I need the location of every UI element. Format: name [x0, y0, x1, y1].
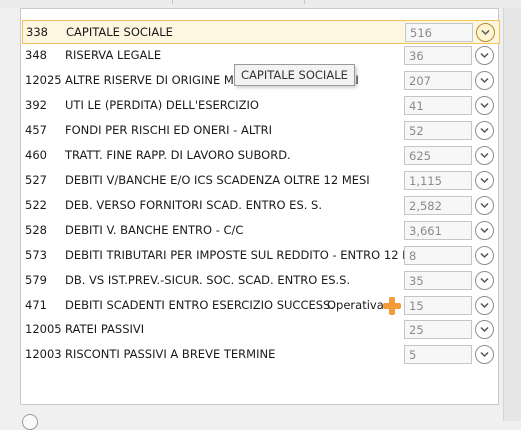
account-description: TRATT. FINE RAPP. DI LAVORO SUBORD. — [65, 148, 291, 162]
account-description: DEBITI V/BANCHE E/O ICS SCADENZA OLTRE 1… — [65, 173, 370, 187]
account-description: RATEI PASSIVI — [65, 322, 145, 336]
account-description: CAPITALE SOCIALE — [66, 25, 173, 39]
option-radio[interactable] — [22, 414, 38, 430]
column-divider — [172, 0, 173, 4]
amount-field[interactable]: 516 — [405, 23, 473, 42]
account-description: DEBITI TRIBUTARI PER IMPOSTE SUL REDDITO… — [65, 248, 405, 262]
amount-field[interactable]: 25 — [404, 320, 472, 339]
chevron-down-icon[interactable] — [475, 271, 494, 290]
account-code: 12005 — [25, 322, 62, 336]
account-code: 522 — [25, 198, 47, 212]
chevron-down-icon[interactable] — [475, 171, 494, 190]
chevron-down-icon[interactable] — [475, 146, 494, 165]
top-strip — [0, 0, 521, 8]
account-description: RISCONTI PASSIVI A BREVE TERMINE — [65, 347, 276, 361]
chevron-down-icon[interactable] — [475, 320, 494, 339]
amount-field[interactable]: 35 — [404, 271, 472, 290]
amount-field[interactable]: 207 — [404, 71, 472, 90]
amount-field[interactable]: 2,582 — [404, 196, 472, 215]
account-row[interactable]: 392 UTI LE (PERDITA) DELL'ESERCIZIO 41 — [22, 94, 500, 118]
account-code: 573 — [25, 248, 47, 262]
chevron-down-icon[interactable] — [475, 46, 494, 65]
account-row[interactable]: 522 DEB. VERSO FORNITORI SCAD. ENTRO ES. … — [22, 194, 500, 218]
account-row[interactable]: 471 DEBITI SCADENTI ENTRO ESERCIZIO SUCCE… — [22, 294, 500, 318]
amount-field[interactable]: 5 — [404, 345, 472, 364]
account-row[interactable]: 573 DEBITI TRIBUTARI PER IMPOSTE SUL REDD… — [22, 244, 500, 268]
account-row[interactable]: 338 CAPITALE SOCIALE 516 — [22, 20, 500, 44]
account-code: 348 — [25, 48, 47, 62]
account-row[interactable]: 579 DB. VS IST.PREV.-SICUR. SOC. SCAD. EN… — [22, 269, 500, 293]
account-description: DEB. VERSO FORNITORI SCAD. ENTRO ES. S. — [65, 198, 323, 212]
side-scroll-area[interactable] — [503, 8, 521, 421]
account-row[interactable]: 12005 RATEI PASSIVI 25 — [22, 318, 500, 342]
chevron-down-icon[interactable] — [475, 196, 494, 215]
account-description: DB. VS IST.PREV.-SICUR. SOC. SCAD. ENTRO… — [65, 273, 351, 287]
amount-field[interactable]: 15 — [404, 296, 472, 315]
chevron-down-icon[interactable] — [475, 96, 494, 115]
account-description: FONDI PER RISCHI ED ONERI - ALTRI — [65, 123, 273, 137]
account-code: 12025 — [25, 73, 62, 87]
account-description: RISERVA LEGALE — [65, 48, 162, 62]
amount-field[interactable]: 41 — [404, 96, 472, 115]
account-code: 527 — [25, 173, 47, 187]
account-description: UTI LE (PERDITA) DELL'ESERCIZIO — [65, 98, 259, 112]
amount-field[interactable]: 52 — [404, 121, 472, 140]
account-code: 471 — [25, 298, 47, 312]
account-code: 338 — [26, 25, 48, 39]
account-row[interactable]: 12003 RISCONTI PASSIVI A BREVE TERMINE 5 — [22, 343, 500, 367]
chevron-down-icon[interactable] — [475, 246, 494, 265]
amount-field[interactable]: 36 — [404, 46, 472, 65]
amount-field[interactable]: 1,115 — [404, 171, 472, 190]
amount-field[interactable]: 3,661 — [404, 221, 472, 240]
chevron-down-icon[interactable] — [475, 296, 494, 315]
account-row[interactable]: 527 DEBITI V/BANCHE E/O ICS SCADENZA OLTR… — [22, 169, 500, 193]
account-description: DEBITI V. BANCHE ENTRO - C/C — [65, 223, 244, 237]
account-row[interactable]: 460 TRATT. FINE RAPP. DI LAVORO SUBORD. 62… — [22, 144, 500, 168]
column-divider — [304, 0, 305, 4]
account-row[interactable]: 528 DEBITI V. BANCHE ENTRO - C/C 3,661 — [22, 219, 500, 243]
account-code: 528 — [25, 223, 47, 237]
status-tag: Operativa — [327, 298, 384, 312]
account-code: 579 — [25, 273, 47, 287]
account-row[interactable]: 457 FONDI PER RISCHI ED ONERI - ALTRI 52 — [22, 119, 500, 143]
account-code: 457 — [25, 123, 47, 137]
chevron-down-icon[interactable] — [476, 23, 495, 42]
chevron-down-icon[interactable] — [475, 71, 494, 90]
account-code: 460 — [25, 148, 47, 162]
amount-field[interactable]: 625 — [404, 146, 472, 165]
plus-icon[interactable] — [382, 296, 402, 316]
account-code: 12003 — [25, 347, 62, 361]
amount-field[interactable]: 8 — [404, 246, 472, 265]
chevron-down-icon[interactable] — [475, 345, 494, 364]
chevron-down-icon[interactable] — [475, 121, 494, 140]
chevron-down-icon[interactable] — [475, 221, 494, 240]
tooltip: CAPITALE SOCIALE — [234, 64, 355, 86]
account-code: 392 — [25, 98, 47, 112]
